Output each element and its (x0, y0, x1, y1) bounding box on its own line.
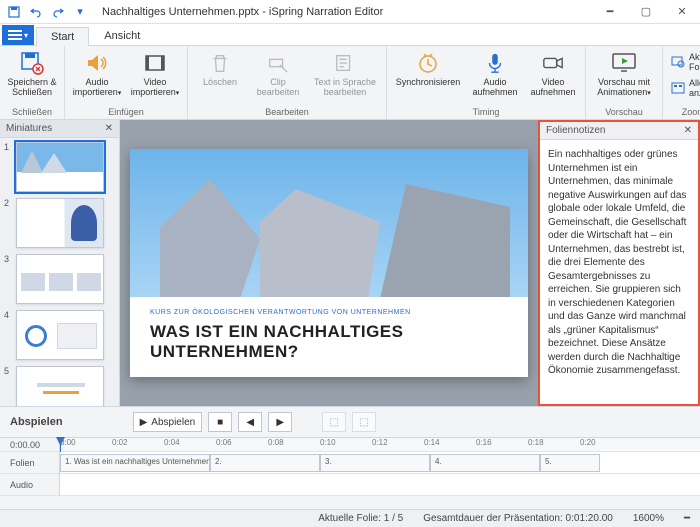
status-zoom[interactable]: 1600% (633, 513, 664, 524)
ribbon: Speichern & Schließen Schließen Audio im… (0, 46, 700, 120)
app-menu-button[interactable]: ▾ (2, 25, 34, 45)
delete-button[interactable]: Löschen (194, 50, 246, 105)
record-video-button[interactable]: Video aufnehmen (527, 50, 579, 105)
monitor-play-icon (611, 50, 637, 76)
slides-track[interactable]: 1. Was ist ein nachhaltiges Unternehmen?… (60, 452, 700, 474)
minimize-button[interactable]: ━ (596, 3, 624, 21)
zoom-out-button[interactable]: ━ (684, 513, 690, 524)
tts-icon (332, 50, 358, 76)
import-video-button[interactable]: Video importieren▾ (129, 50, 181, 105)
ribbon-group-close: Speichern & Schließen Schließen (0, 46, 65, 119)
import-audio-button[interactable]: Audio importieren▾ (71, 50, 123, 105)
ribbon-group-edit: Löschen Clip bearbeiten Text in Sprache … (188, 46, 387, 119)
thumbnail-5[interactable] (16, 366, 104, 406)
slide-clip-2[interactable]: 2. (210, 454, 320, 472)
edit-clip-button[interactable]: Clip bearbeiten (252, 50, 304, 105)
slide[interactable]: KURS ZUR ÖKOLOGISCHEN VERANTWORTUNG VON … (130, 149, 528, 377)
slide-zoom-icon (671, 55, 685, 69)
clock-icon (415, 50, 441, 76)
qat-menu-icon[interactable]: ▾ (70, 3, 90, 21)
title-bar: ▾ Nachhaltiges Unternehmen.pptx - iSprin… (0, 0, 700, 24)
status-duration: Gesamtdauer der Präsentation: 0:01:20.00 (423, 513, 613, 524)
ribbon-group-timing: Synchronisieren Audio aufnehmen Video au… (387, 46, 586, 119)
slide-clip-1[interactable]: 1. Was ist ein nachhaltiges Unternehmen? (60, 454, 210, 472)
timeline-grid: 0:00.00 0:000:020:040:060:080:100:120:14… (0, 437, 700, 509)
preview-button[interactable]: Vorschau mit Animationen▾ (592, 50, 656, 105)
thumbnail-3[interactable] (16, 254, 104, 304)
close-button[interactable]: ✕ (668, 3, 696, 21)
slide-clip-3[interactable]: 3. (320, 454, 430, 472)
slide-title: WAS IST EIN NACHHALTIGES UNTERNEHMEN? (150, 322, 508, 361)
timeline-toolbar: Abspielen ▶ Abspielen ■ ◀ ▶ ⬚ ⬚ (0, 407, 700, 437)
slide-notes-panel: Foliennotizen ✕ Ein nachhaltiges oder gr… (538, 120, 700, 406)
stop-button[interactable]: ■ (208, 412, 232, 432)
status-bar: Aktuelle Folie: 1 / 5 Gesamtdauer der Pr… (0, 509, 700, 527)
thumbnail-list[interactable]: 1 2 3 4 5 (0, 138, 119, 406)
thumbnail-4[interactable] (16, 310, 104, 360)
camera-icon (540, 50, 566, 76)
window-controls: ━ ▢ ✕ (596, 3, 696, 21)
timeline-ruler[interactable]: 0:000:020:040:060:080:100:120:140:160:18… (60, 438, 700, 452)
slide-canvas: KURS ZUR ÖKOLOGISCHEN VERANTWORTUNG VON … (120, 120, 538, 406)
save-icon[interactable] (4, 3, 24, 21)
clip-edit-icon (265, 50, 291, 76)
audio-track[interactable] (60, 474, 700, 496)
play-button[interactable]: ▶ Abspielen (133, 412, 203, 432)
ribbon-group-zoom: Aktuelle Folie Alles anzeigen Zoomen (663, 46, 700, 119)
marker-b-button[interactable]: ⬚ (352, 412, 376, 432)
microphone-icon (482, 50, 508, 76)
slide-clip-5[interactable]: 5. (540, 454, 600, 472)
miniatures-header: Miniatures ✕ (0, 120, 119, 138)
save-close-button[interactable]: Speichern & Schließen (6, 50, 58, 105)
miniatures-close-icon[interactable]: ✕ (105, 123, 113, 134)
notes-close-icon[interactable]: ✕ (684, 125, 692, 136)
marker-a-button[interactable]: ⬚ (322, 412, 346, 432)
ribbon-group-insert: Audio importieren▾ Video importieren▾ Ei… (65, 46, 188, 119)
trash-icon (207, 50, 233, 76)
miniatures-panel: Miniatures ✕ 1 2 3 4 5 (0, 120, 120, 406)
window-title: Nachhaltiges Unternehmen.pptx - iSpring … (102, 6, 383, 18)
next-button[interactable]: ▶ (268, 412, 292, 432)
slide-overline: KURS ZUR ÖKOLOGISCHEN VERANTWORTUNG VON … (150, 309, 508, 316)
zoom-show-all-button[interactable]: Alles anzeigen (669, 76, 700, 100)
prev-button[interactable]: ◀ (238, 412, 262, 432)
slide-hero-image (130, 149, 528, 297)
redo-icon[interactable] (48, 3, 68, 21)
fit-all-icon (671, 81, 685, 95)
notes-header: Foliennotizen ✕ (540, 122, 698, 140)
undo-icon[interactable] (26, 3, 46, 21)
film-icon (142, 50, 168, 76)
slide-clip-4[interactable]: 4. (430, 454, 540, 472)
save-close-icon (19, 50, 45, 76)
thumbnail-2[interactable] (16, 198, 104, 248)
quick-access-toolbar: ▾ (4, 3, 90, 21)
record-audio-button[interactable]: Audio aufnehmen (469, 50, 521, 105)
timeline-panel: Abspielen ▶ Abspielen ■ ◀ ▶ ⬚ ⬚ 0:00.00 … (0, 406, 700, 509)
tab-start[interactable]: Start (36, 27, 89, 46)
tts-button[interactable]: Text in Sprache bearbeiten (310, 50, 380, 105)
zoom-current-slide-button[interactable]: Aktuelle Folie (669, 50, 700, 74)
maximize-button[interactable]: ▢ (632, 3, 660, 21)
ribbon-tabs: ▾ Start Ansicht (0, 24, 700, 46)
tab-view[interactable]: Ansicht (89, 26, 155, 45)
notes-body[interactable]: Ein nachhaltiges oder grünes Unternehmen… (540, 140, 698, 404)
sync-button[interactable]: Synchronisieren (393, 50, 463, 105)
speaker-icon (84, 50, 110, 76)
work-area: Miniatures ✕ 1 2 3 4 5 KURS ZUR ÖKOLOGIS… (0, 120, 700, 406)
status-current-slide: Aktuelle Folie: 1 / 5 (318, 513, 403, 524)
thumbnail-1[interactable] (16, 142, 104, 192)
ribbon-group-preview: Vorschau mit Animationen▾ Vorschau (586, 46, 663, 119)
